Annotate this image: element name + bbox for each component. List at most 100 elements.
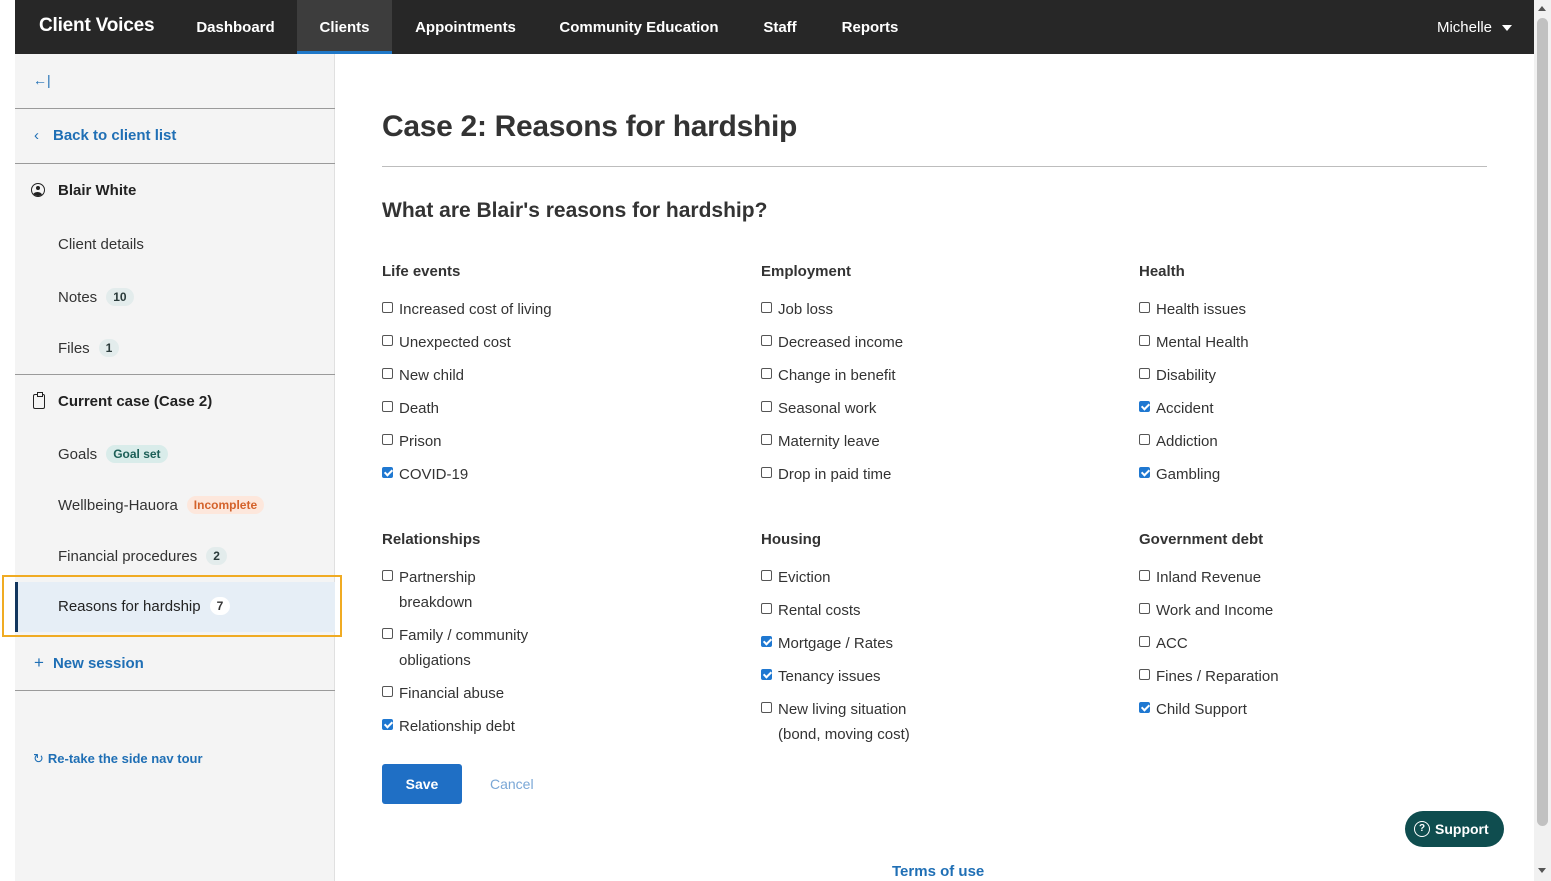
- save-button[interactable]: Save: [382, 764, 462, 804]
- scroll-up-icon[interactable]: [1538, 6, 1546, 11]
- checkbox-drop-in-paid-time[interactable]: Drop in paid time: [761, 462, 1101, 487]
- checkbox[interactable]: [761, 702, 772, 713]
- checkbox[interactable]: [761, 434, 772, 445]
- checkbox-eviction[interactable]: Eviction: [761, 565, 931, 590]
- checkbox-change-in-benefit[interactable]: Change in benefit: [761, 363, 1101, 388]
- checkbox-addiction[interactable]: Addiction: [1139, 429, 1479, 454]
- checkbox[interactable]: [382, 686, 393, 697]
- checkbox[interactable]: [761, 570, 772, 581]
- checkbox-unexpected-cost[interactable]: Unexpected cost: [382, 330, 552, 355]
- nav-community-education[interactable]: Community Education: [539, 0, 739, 54]
- checkbox[interactable]: [382, 335, 393, 346]
- divider: [15, 374, 335, 375]
- scroll-down-icon[interactable]: [1538, 868, 1546, 873]
- checkbox-mental-health[interactable]: Mental Health: [1139, 330, 1479, 355]
- support-button[interactable]: ? Support: [1405, 811, 1504, 847]
- checkbox-seasonal-work[interactable]: Seasonal work: [761, 396, 1101, 421]
- group-title: Relationships: [382, 531, 481, 548]
- checkbox[interactable]: [382, 434, 393, 445]
- sidebar-item-notes[interactable]: Notes 10: [58, 288, 134, 306]
- checkbox[interactable]: [382, 719, 393, 730]
- checkbox-disability[interactable]: Disability: [1139, 363, 1479, 388]
- checkbox[interactable]: [382, 302, 393, 313]
- checkbox[interactable]: [1139, 669, 1150, 680]
- checkbox[interactable]: [1139, 434, 1150, 445]
- checkbox-death[interactable]: Death: [382, 396, 552, 421]
- checkbox-child-support[interactable]: Child Support: [1139, 697, 1479, 722]
- cancel-button[interactable]: Cancel: [490, 776, 534, 792]
- checkbox-maternity-leave[interactable]: Maternity leave: [761, 429, 1101, 454]
- checkbox-partnership-breakdown[interactable]: Partnership breakdown: [382, 565, 552, 615]
- checkbox[interactable]: [761, 368, 772, 379]
- back-to-client-list-link[interactable]: ‹ Back to client list: [34, 127, 176, 144]
- group-title: Health: [1139, 263, 1185, 280]
- nav-appointments[interactable]: Appointments: [393, 0, 538, 54]
- checkbox-new-living-situation[interactable]: New living situation (bond, moving cost): [761, 697, 931, 747]
- checkbox-health-issues[interactable]: Health issues: [1139, 297, 1479, 322]
- sidebar-item-files[interactable]: Files 1: [58, 339, 120, 357]
- terms-of-use-link[interactable]: Terms of use: [892, 863, 984, 880]
- checkbox-tenancy-issues[interactable]: Tenancy issues: [761, 664, 931, 689]
- checkbox-gambling[interactable]: Gambling: [1139, 462, 1479, 487]
- status-badge: Goal set: [106, 445, 168, 463]
- checkbox-job-loss[interactable]: Job loss: [761, 297, 1101, 322]
- app-brand[interactable]: Client Voices: [39, 15, 155, 37]
- checkbox[interactable]: [1139, 603, 1150, 614]
- checkbox[interactable]: [1139, 302, 1150, 313]
- user-menu[interactable]: Michelle: [1437, 0, 1512, 54]
- checkbox[interactable]: [1139, 702, 1150, 713]
- checkbox[interactable]: [382, 628, 393, 639]
- current-case-heading: Current case (Case 2): [58, 393, 213, 410]
- checkbox-family-community-obligations[interactable]: Family / community obligations: [382, 623, 552, 673]
- sidebar-item-financial-procedures[interactable]: Financial procedures 2: [58, 547, 227, 565]
- checkbox[interactable]: [761, 401, 772, 412]
- collapse-left-icon[interactable]: ←|: [33, 72, 51, 88]
- checkbox[interactable]: [382, 467, 393, 478]
- checkbox-new-child[interactable]: New child: [382, 363, 552, 388]
- checkbox-financial-abuse[interactable]: Financial abuse: [382, 681, 552, 706]
- checkbox-relationship-debt[interactable]: Relationship debt: [382, 714, 552, 739]
- checkbox-acc[interactable]: ACC: [1139, 631, 1479, 656]
- person-icon: [31, 183, 45, 197]
- scrollbar-thumb[interactable]: [1537, 18, 1548, 826]
- checkbox-prison[interactable]: Prison: [382, 429, 552, 454]
- new-session-link[interactable]: + New session: [34, 653, 144, 673]
- checkbox[interactable]: [761, 467, 772, 478]
- checkbox-decreased-income[interactable]: Decreased income: [761, 330, 1101, 355]
- checkbox[interactable]: [382, 401, 393, 412]
- checkbox[interactable]: [382, 570, 393, 581]
- checkbox[interactable]: [1139, 368, 1150, 379]
- checkbox-covid-19[interactable]: COVID-19: [382, 462, 552, 487]
- nav-staff[interactable]: Staff: [740, 0, 820, 54]
- checkbox-fines-reparation[interactable]: Fines / Reparation: [1139, 664, 1479, 689]
- retake-tour-link[interactable]: ↻ Re-take the side nav tour: [33, 751, 203, 767]
- checkbox[interactable]: [1139, 335, 1150, 346]
- sidebar-item-wellbeing[interactable]: Wellbeing-Hauora Incomplete: [58, 496, 265, 514]
- nav-clients[interactable]: Clients: [297, 0, 392, 54]
- checkbox-increased-cost-of-living[interactable]: Increased cost of living: [382, 297, 552, 322]
- group-life-events: Life events Increased cost of living Une…: [382, 263, 552, 495]
- checkbox[interactable]: [761, 302, 772, 313]
- checkbox[interactable]: [761, 335, 772, 346]
- checkbox-accident[interactable]: Accident: [1139, 396, 1479, 421]
- checkbox-inland-revenue[interactable]: Inland Revenue: [1139, 565, 1479, 590]
- checkbox[interactable]: [1139, 570, 1150, 581]
- nav-dashboard[interactable]: Dashboard: [175, 0, 296, 54]
- chevron-left-icon: ‹: [34, 127, 39, 144]
- checkbox[interactable]: [761, 636, 772, 647]
- checkbox-rental-costs[interactable]: Rental costs: [761, 598, 931, 623]
- nav-reports[interactable]: Reports: [821, 0, 919, 54]
- checkbox-work-and-income[interactable]: Work and Income: [1139, 598, 1479, 623]
- sidebar-item-client-details[interactable]: Client details: [58, 236, 144, 253]
- checkbox[interactable]: [1139, 636, 1150, 647]
- checkbox-mortgage-rates[interactable]: Mortgage / Rates: [761, 631, 931, 656]
- checkbox[interactable]: [761, 603, 772, 614]
- checkbox[interactable]: [761, 669, 772, 680]
- checkbox[interactable]: [1139, 467, 1150, 478]
- checkbox[interactable]: [382, 368, 393, 379]
- group-relationships: Relationships Partnership breakdown Fami…: [382, 531, 552, 747]
- sidebar-item-goals[interactable]: Goals Goal set: [58, 445, 168, 463]
- count-badge: 2: [206, 547, 227, 565]
- checkbox[interactable]: [1139, 401, 1150, 412]
- status-badge: Incomplete: [186, 496, 265, 514]
